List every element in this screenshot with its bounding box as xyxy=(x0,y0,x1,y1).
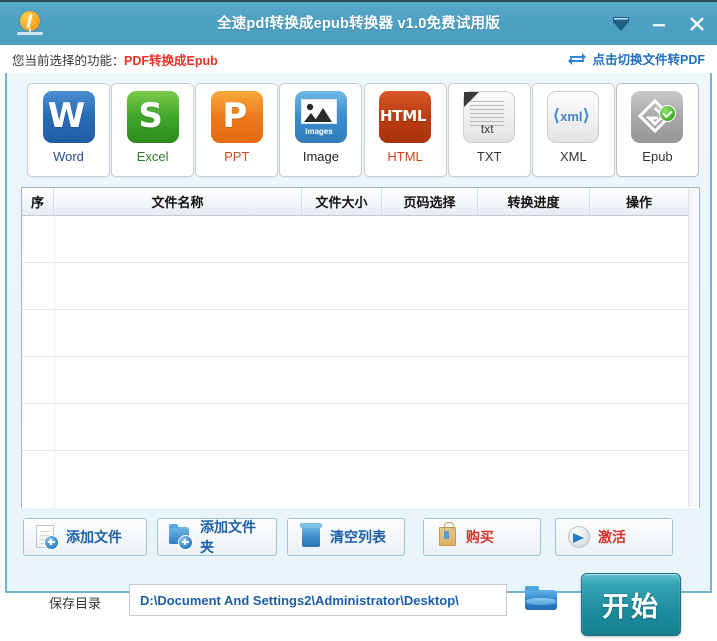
save-path-input[interactable]: D:\Document And Settings2\Administrator\… xyxy=(129,584,507,616)
format-label-excel: Excel xyxy=(136,149,169,164)
table-body-empty xyxy=(22,216,699,508)
format-tiles: W Word S Excel P PPT images Image HTML H… xyxy=(27,83,699,179)
format-tile-word[interactable]: W Word xyxy=(27,83,110,177)
switch-mode-link[interactable]: 点击切换文件转PDF xyxy=(567,49,705,68)
function-bar: 您当前选择的功能： PDF转换成Epub 点击切换文件转PDF xyxy=(0,45,717,73)
function-label: 您当前选择的功能： xyxy=(12,54,125,68)
add-file-button[interactable]: 添加文件 xyxy=(23,518,147,556)
action-button-bar: 添加文件 添加文件夹 清空列表 购买 激活 xyxy=(23,517,693,557)
image-icon: images xyxy=(293,90,349,146)
collapse-icon[interactable] xyxy=(611,14,631,36)
table-header-row: 序 文件名称 文件大小 页码选择 转换进度 操作 xyxy=(22,188,699,216)
shopping-bag-icon xyxy=(434,522,460,550)
column-header-pagerange: 页码选择 xyxy=(382,188,478,215)
format-tile-xml[interactable]: ⟨ xml ⟩ XML xyxy=(531,83,615,177)
function-value: PDF转换成Epub xyxy=(124,54,218,68)
txt-icon: txt xyxy=(461,90,517,146)
add-folder-label: 添加文件夹 xyxy=(200,521,256,556)
column-header-filesize: 文件大小 xyxy=(302,188,382,215)
document-plus-icon xyxy=(34,524,60,550)
format-tile-epub[interactable]: Epub xyxy=(615,83,699,177)
minimize-icon[interactable] xyxy=(649,14,669,36)
folder-plus-icon xyxy=(168,524,194,550)
format-label-txt: TXT xyxy=(476,149,502,164)
window-controls xyxy=(611,2,707,47)
format-label-epub: Epub xyxy=(642,149,673,164)
window-title: 全速pdf转换成epub转换器 v1.0免费试用版 xyxy=(217,16,500,32)
clear-list-label: 清空列表 xyxy=(330,531,386,546)
html-icon: HTML xyxy=(377,90,433,146)
format-tile-ppt[interactable]: P PPT xyxy=(195,83,279,177)
format-label-xml: XML xyxy=(559,149,587,164)
column-header-filename: 文件名称 xyxy=(54,188,302,215)
format-label-word: Word xyxy=(53,149,84,164)
format-label-image: Image xyxy=(302,149,339,164)
clear-list-button[interactable]: 清空列表 xyxy=(287,518,405,556)
ppt-icon: P xyxy=(209,90,265,146)
format-tile-html[interactable]: HTML HTML xyxy=(363,83,447,177)
application-window: 全速pdf转换成epub转换器 v1.0免费试用版 您当前选择的功能： PDF转… xyxy=(0,0,717,636)
word-icon: W xyxy=(41,90,97,146)
close-icon[interactable] xyxy=(687,14,707,36)
xml-icon: ⟨ xml ⟩ xyxy=(545,90,601,146)
start-button[interactable]: 开始 xyxy=(581,573,681,636)
column-header-progress: 转换进度 xyxy=(478,188,590,215)
switch-mode-label: 点击切换文件转PDF xyxy=(592,53,705,67)
format-label-ppt: PPT xyxy=(224,149,250,164)
add-file-label: 添加文件 xyxy=(66,531,122,546)
save-directory-bar: 保存目录 D:\Document And Settings2\Administr… xyxy=(23,571,703,641)
table-vertical-scrollbar[interactable] xyxy=(688,188,699,507)
save-directory-label: 保存目录 xyxy=(49,596,102,611)
epub-icon xyxy=(629,90,685,146)
main-panel: W Word S Excel P PPT images Image HTML H… xyxy=(5,73,712,636)
activate-label: 激活 xyxy=(598,531,626,546)
column-header-operation: 操作 xyxy=(590,188,689,215)
buy-label: 购买 xyxy=(466,531,494,546)
start-button-label: 开始 xyxy=(602,592,660,622)
format-label-html: HTML xyxy=(387,149,423,164)
format-tile-txt[interactable]: txt TXT xyxy=(447,83,531,177)
format-tile-image[interactable]: images Image xyxy=(279,83,363,177)
folder-browse-icon[interactable] xyxy=(523,586,559,613)
title-bar: 全速pdf转换成epub转换器 v1.0免费试用版 xyxy=(0,0,717,45)
arrow-circle-icon xyxy=(566,524,592,550)
trash-bin-icon xyxy=(298,523,324,550)
excel-icon: S xyxy=(125,90,181,146)
swap-arrows-icon xyxy=(567,51,587,67)
format-tile-excel[interactable]: S Excel xyxy=(111,83,195,177)
buy-button[interactable]: 购买 xyxy=(423,518,541,556)
file-table: 序 文件名称 文件大小 页码选择 转换进度 操作 xyxy=(21,187,700,508)
add-folder-button[interactable]: 添加文件夹 xyxy=(157,518,277,556)
activate-button[interactable]: 激活 xyxy=(555,518,673,556)
column-header-index: 序 xyxy=(22,188,54,215)
